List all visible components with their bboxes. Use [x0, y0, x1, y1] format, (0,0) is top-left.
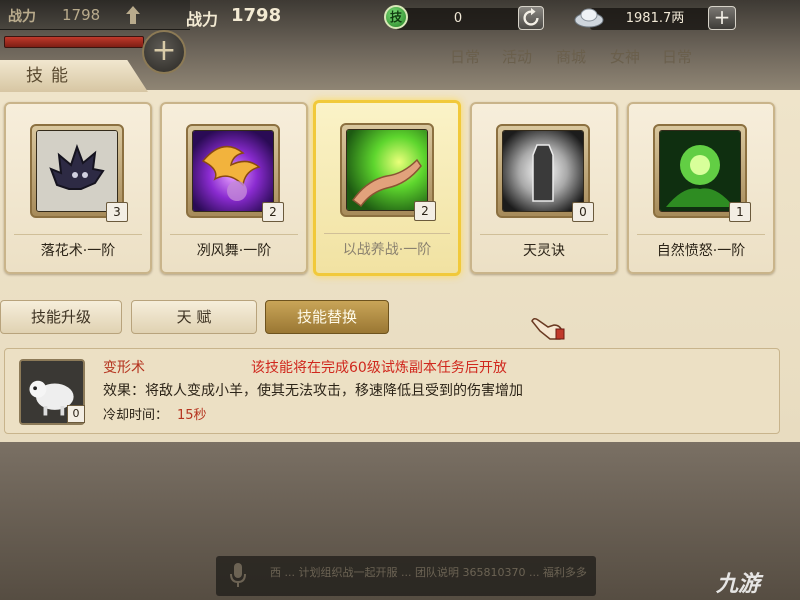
power-label: 战力: [186, 10, 219, 29]
skill-card[interactable]: 3 落花术·一阶: [4, 102, 152, 274]
cooldown-label: 冷却时间：: [103, 408, 169, 423]
skill-level-badge: 0: [572, 202, 594, 222]
nature-wrath-icon: [659, 130, 741, 212]
skill-name: 冽风舞·一阶: [170, 234, 298, 264]
chat-message: 西 ... 计划组织战一起开服 ... 团队说明 365810370 ... 福…: [270, 566, 587, 579]
skill-level-badge: 3: [106, 202, 128, 222]
skill-name: 天灵诀: [480, 234, 608, 264]
sky-spirit-icon: [502, 130, 584, 212]
skill-name: 自然愤怒·一阶: [637, 234, 765, 264]
health-bar: [4, 36, 144, 48]
skill-level-badge: 2: [262, 202, 284, 222]
detail-skill-name: 变形术: [103, 360, 145, 376]
panel-title-tab: 技能: [0, 60, 148, 92]
skill-name: 落花术·一阶: [14, 234, 142, 264]
skill-card[interactable]: 1 自然愤怒·一阶: [627, 102, 775, 274]
skill-card-selected[interactable]: 2 以战养战·一阶: [313, 100, 461, 276]
skill-level-badge: 1: [729, 202, 751, 222]
skill-panel: 3 落花术·一阶 2 冽风舞·一阶 2 以战养战·一阶 0 天灵诀 1 自然愤怒…: [0, 90, 800, 442]
skill-badge-icon: 技: [384, 5, 408, 29]
left-power-label: 战力: [8, 9, 36, 25]
jiuyou-watermark-logo: 九游: [716, 572, 761, 597]
nav-activity[interactable]: 活动: [502, 46, 532, 67]
refresh-icon[interactable]: [518, 6, 544, 30]
war-nurture-icon: [346, 129, 428, 211]
skill-detail-box: 0 变形术 该技能将在完成60级试炼副本任务后开放 效果：将敌人变成小羊，使其无…: [4, 348, 780, 434]
hand-pointer-icon: [531, 317, 565, 340]
skill-points-value: 0: [453, 11, 463, 26]
tab-talent[interactable]: 天 赋: [131, 300, 257, 334]
detail-effect: 效果：将敌人变成小羊，使其无法攻击，移速降低且受到的伤害增加: [103, 383, 523, 399]
skill-card[interactable]: 2 冽风舞·一阶: [160, 102, 308, 274]
skill-level-badge: 2: [414, 201, 436, 221]
silver-value: 1981.7两: [625, 11, 685, 26]
skill-cards-row: 3 落花术·一阶 2 冽风舞·一阶 2 以战养战·一阶 0 天灵诀 1 自然愤怒…: [0, 90, 800, 280]
nav-shop[interactable]: 商城: [556, 46, 586, 67]
detail-level-badge: 0: [67, 405, 85, 423]
wind-dance-icon: [192, 130, 274, 212]
arrow-up-icon: [126, 6, 140, 24]
nav-daily[interactable]: 日常: [450, 46, 480, 67]
nav-goddess[interactable]: 女神: [610, 46, 640, 67]
tab-skill-upgrade[interactable]: 技能升级: [0, 300, 122, 334]
skill-card[interactable]: 0 天灵诀: [470, 102, 618, 274]
nav-daily-2[interactable]: 日常: [662, 46, 692, 67]
skill-name: 以战养战·一阶: [324, 233, 450, 263]
silver-ingot-icon: [574, 8, 604, 28]
tab-skill-replace[interactable]: 技能替换: [265, 300, 389, 334]
skill-points-display: 0: [396, 8, 520, 30]
add-currency-button[interactable]: +: [708, 6, 736, 30]
falling-flower-icon: [36, 130, 118, 212]
silver-display: 1981.7两: [590, 8, 710, 30]
left-power-value: 1798: [62, 6, 101, 24]
power-value: 1798: [231, 5, 282, 26]
microphone-icon[interactable]: [228, 562, 248, 588]
expand-button[interactable]: +: [142, 30, 186, 74]
detail-unlock-note: 该技能将在完成60级试炼副本任务后开放: [251, 360, 507, 376]
cooldown-value: 15秒: [177, 408, 207, 423]
